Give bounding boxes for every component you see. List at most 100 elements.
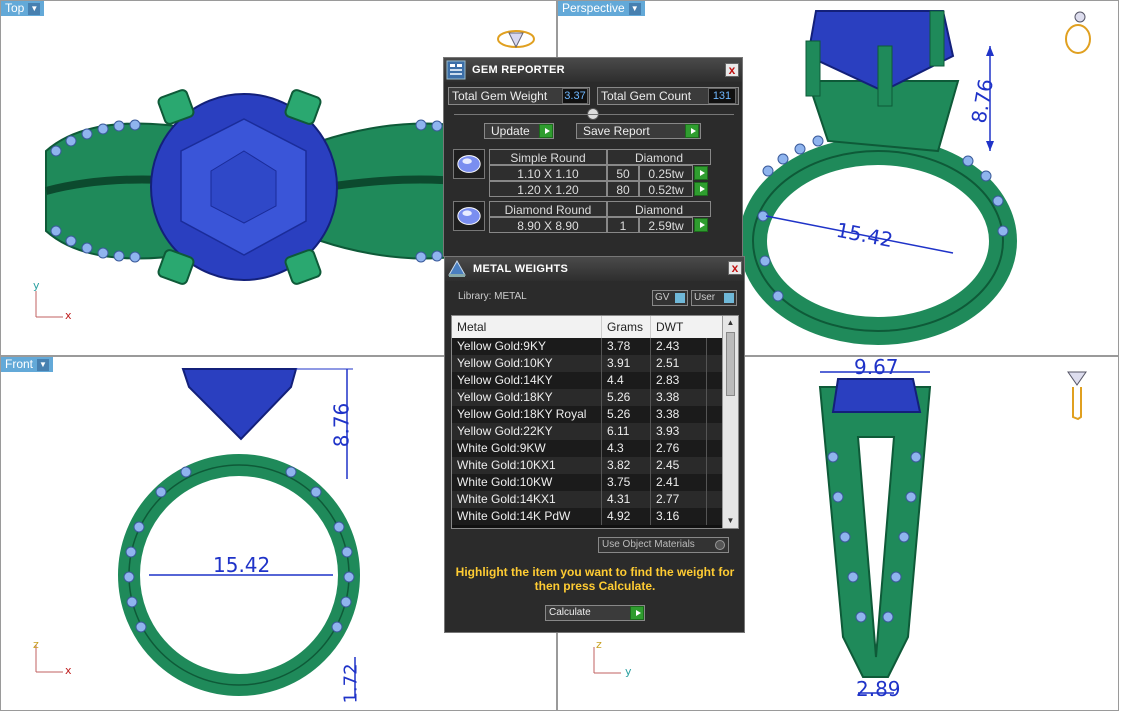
table-row[interactable]: White Gold:10KX1 3.82 2.45 bbox=[452, 457, 738, 474]
metal-weights-panel[interactable]: METAL WEIGHTS x Library: METAL GV User M… bbox=[444, 256, 745, 633]
toggle-indicator-icon bbox=[724, 293, 734, 303]
gem-count-cell: 50 bbox=[607, 165, 639, 181]
metal-name-cell: White Gold:14KX1 bbox=[452, 491, 602, 508]
gem-reporter-title: GEM REPORTER bbox=[472, 64, 565, 76]
scroll-down-icon[interactable]: ▼ bbox=[723, 514, 738, 528]
column-header-metal[interactable]: Metal bbox=[452, 316, 602, 338]
grams-cell: 4.31 bbox=[602, 491, 651, 508]
metal-weights-title: METAL WEIGHTS bbox=[473, 263, 569, 275]
dimension-band-label: 1.72 bbox=[340, 663, 362, 704]
gem-thumbnail-diamond-round[interactable] bbox=[453, 201, 485, 231]
radio-icon bbox=[715, 540, 725, 550]
column-header-dwt[interactable]: DWT bbox=[651, 316, 707, 338]
table-row[interactable]: Yellow Gold:22KY 6.11 3.93 bbox=[452, 423, 738, 440]
scroll-up-icon[interactable]: ▲ bbox=[723, 316, 738, 330]
metal-weights-table[interactable]: Metal Grams DWT Yellow Gold:9KY 3.78 2.43 Y… bbox=[451, 315, 739, 529]
table-row[interactable]: Yellow Gold:9KY 3.78 2.43 bbox=[452, 338, 738, 355]
table-row[interactable]: White Gold:14K PdW 4.92 3.16 bbox=[452, 508, 738, 525]
calculate-arrow-icon[interactable] bbox=[630, 606, 644, 620]
dwt-cell: 2.41 bbox=[651, 474, 707, 491]
dwt-cell: 3.38 bbox=[651, 406, 707, 423]
user-toggle[interactable]: User bbox=[691, 290, 737, 306]
instruction-text: Highlight the item you want to find the … bbox=[455, 565, 735, 593]
dimension-bottom-label: 2.89 bbox=[856, 677, 901, 701]
table-row[interactable]: Yellow Gold:18KY Royal 5.26 3.38 bbox=[452, 406, 738, 423]
metal-name-cell: Yellow Gold:14KY bbox=[452, 372, 602, 389]
grams-cell: 3.78 bbox=[602, 338, 651, 355]
axis-z-label: z bbox=[596, 638, 602, 651]
update-arrow-icon[interactable] bbox=[539, 124, 553, 138]
gem-weight-cell: 0.25tw bbox=[639, 165, 693, 181]
table-header: Metal Grams DWT bbox=[452, 316, 738, 338]
dimension-width-label: 15.42 bbox=[213, 553, 271, 577]
column-header-grams[interactable]: Grams bbox=[602, 316, 651, 338]
dwt-cell: 2.51 bbox=[651, 355, 707, 372]
dwt-cell: 3.16 bbox=[651, 508, 707, 525]
gem-row-arrow-icon[interactable] bbox=[694, 166, 708, 180]
axis-y-label: y bbox=[33, 279, 40, 292]
gem-shape-cell: Diamond Round bbox=[489, 201, 607, 217]
close-icon[interactable]: x bbox=[728, 261, 742, 275]
grams-cell: 6.11 bbox=[602, 423, 651, 440]
library-label: Library: METAL bbox=[458, 291, 527, 302]
use-object-materials-toggle[interactable]: Use Object Materials bbox=[598, 537, 729, 553]
table-body: Yellow Gold:9KY 3.78 2.43 Yellow Gold:10KY 3… bbox=[452, 338, 738, 525]
table-scrollbar[interactable]: ▲ ▼ bbox=[722, 316, 738, 528]
axis-x-label: x bbox=[65, 309, 72, 322]
close-icon[interactable]: x bbox=[725, 63, 739, 77]
total-gem-count-value: 131 bbox=[708, 88, 736, 104]
gem-row-arrow-icon[interactable] bbox=[694, 182, 708, 196]
gem-shape-cell: Simple Round bbox=[489, 149, 607, 165]
table-row[interactable]: White Gold:10KW 3.75 2.41 bbox=[452, 474, 738, 491]
metal-name-cell: White Gold:10KX1 bbox=[452, 457, 602, 474]
dwt-cell: 3.93 bbox=[651, 423, 707, 440]
grams-cell: 5.26 bbox=[602, 389, 651, 406]
round-gem-icon bbox=[457, 155, 481, 173]
table-row[interactable]: White Gold:14KX1 4.31 2.77 bbox=[452, 491, 738, 508]
dwt-cell: 2.76 bbox=[651, 440, 707, 457]
metal-weights-icon bbox=[448, 259, 466, 277]
dwt-cell: 2.45 bbox=[651, 457, 707, 474]
total-gem-weight-value: 3.37 bbox=[562, 88, 588, 104]
user-toggle-label: User bbox=[694, 292, 716, 303]
metal-name-cell: White Gold:9KW bbox=[452, 440, 602, 457]
dimension-height-label: 8.76 bbox=[329, 402, 354, 448]
metal-name-cell: White Gold:14K PdW bbox=[452, 508, 602, 525]
gem-size-cell: 1.20 X 1.20 bbox=[489, 181, 607, 197]
gem-thumbnail-simple-round[interactable] bbox=[453, 149, 485, 179]
table-row[interactable]: Yellow Gold:14KY 4.4 2.83 bbox=[452, 372, 738, 389]
save-report-arrow-icon[interactable] bbox=[685, 124, 699, 138]
metal-name-cell: Yellow Gold:18KY Royal bbox=[452, 406, 602, 423]
grams-cell: 3.82 bbox=[602, 457, 651, 474]
grams-cell: 4.4 bbox=[602, 372, 651, 389]
gem-material-cell: Diamond bbox=[607, 201, 711, 217]
dwt-cell: 2.83 bbox=[651, 372, 707, 389]
dimension-top-label: 9.67 bbox=[854, 356, 899, 379]
gem-material-cell: Diamond bbox=[607, 149, 711, 165]
metal-name-cell: Yellow Gold:9KY bbox=[452, 338, 602, 355]
gem-row-arrow-icon[interactable] bbox=[694, 218, 708, 232]
grams-cell: 5.26 bbox=[602, 406, 651, 423]
gem-count-cell: 1 bbox=[607, 217, 639, 233]
gem-reporter-icon bbox=[446, 60, 466, 80]
table-row[interactable]: Yellow Gold:10KY 3.91 2.51 bbox=[452, 355, 738, 372]
scroll-thumb[interactable] bbox=[726, 332, 735, 396]
grams-cell: 3.75 bbox=[602, 474, 651, 491]
toggle-indicator-icon bbox=[675, 293, 685, 303]
table-row[interactable]: Yellow Gold:18KY 5.26 3.38 bbox=[452, 389, 738, 406]
metal-name-cell: Yellow Gold:22KY bbox=[452, 423, 602, 440]
round-gem-icon bbox=[457, 207, 481, 225]
gv-toggle-label: GV bbox=[655, 292, 670, 303]
gem-reporter-titlebar[interactable]: GEM REPORTER bbox=[444, 58, 742, 82]
dwt-cell: 3.38 bbox=[651, 389, 707, 406]
axis-y-label: y bbox=[625, 665, 632, 678]
grams-cell: 3.91 bbox=[602, 355, 651, 372]
gem-reporter-panel[interactable]: GEM REPORTER x Total Gem Weight 3.37 Tot… bbox=[443, 57, 743, 257]
metal-name-cell: Yellow Gold:18KY bbox=[452, 389, 602, 406]
metal-name-cell: Yellow Gold:10KY bbox=[452, 355, 602, 372]
table-row[interactable]: White Gold:9KW 4.3 2.76 bbox=[452, 440, 738, 457]
save-report-button[interactable]: Save Report bbox=[576, 123, 701, 139]
gem-size-cell: 1.10 X 1.10 bbox=[489, 165, 607, 181]
gv-toggle[interactable]: GV bbox=[652, 290, 688, 306]
metal-weights-titlebar[interactable]: METAL WEIGHTS bbox=[445, 257, 744, 281]
